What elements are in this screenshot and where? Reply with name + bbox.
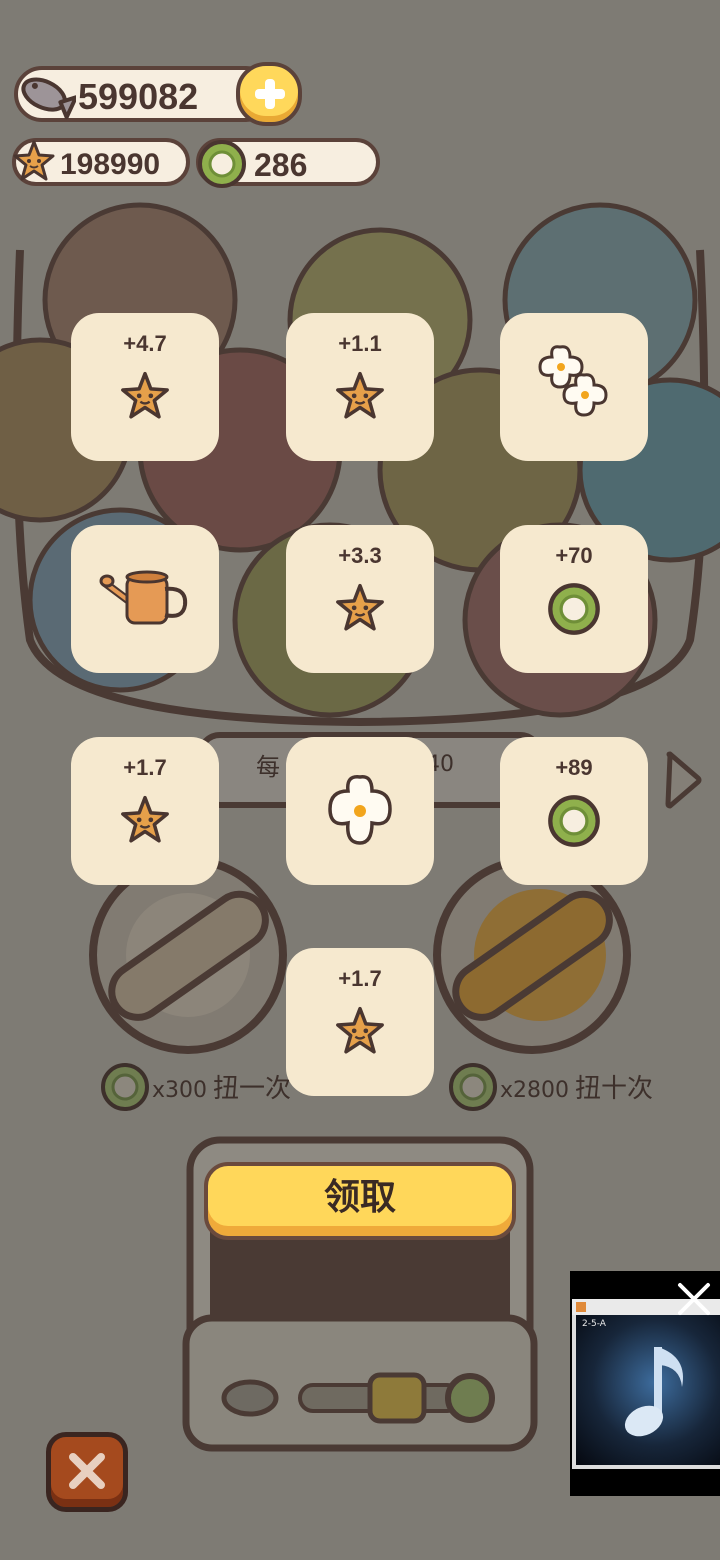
coin-icon (198, 140, 246, 188)
spin-ten-cost: x2800 (500, 1078, 570, 1103)
reward-amount: +70 (555, 543, 593, 568)
reward-tile: +1.7 (286, 948, 434, 1096)
spin-once-label: 扭一次 (213, 1074, 292, 1104)
reward-amount: +89 (555, 755, 593, 780)
reward-tile: +1.1 (286, 313, 434, 461)
app-icon (576, 1302, 586, 1312)
reward-amount: +1.7 (123, 755, 167, 780)
floating-video-overlay[interactable]: 2-5-A (570, 1271, 720, 1496)
spin-once-button[interactable]: x300 扭一次 (152, 1068, 291, 1105)
reward-tile (71, 525, 219, 673)
flower-icon (328, 775, 392, 845)
music-note-icon (624, 1347, 683, 1437)
close-button[interactable] (46, 1432, 128, 1512)
coin-icon (449, 1063, 497, 1111)
add-fish-button[interactable] (236, 62, 302, 126)
star-count: 198990 (60, 148, 161, 181)
video-title: 2-5-A (582, 1319, 606, 1329)
reward-amount: +1.1 (338, 331, 382, 356)
coin-icon (101, 1063, 149, 1111)
spin-once-cost: x300 (152, 1078, 208, 1103)
reward-amount: +1.7 (338, 966, 382, 991)
spin-ten-label: 扭十次 (575, 1074, 654, 1104)
star-icon (121, 795, 169, 843)
plus-icon (255, 79, 285, 109)
video-content: 2-5-A (576, 1315, 720, 1465)
coin-count: 286 (254, 147, 308, 183)
machine-info-text-left: 每 (256, 753, 280, 781)
double-flower-icon (538, 345, 608, 417)
coin-icon (548, 795, 600, 847)
reward-tile: +70 (500, 525, 648, 673)
claim-button[interactable]: 领取 (204, 1162, 516, 1240)
star-icon (121, 371, 169, 419)
reward-amount: +3.3 (338, 543, 382, 568)
fish-count: 599082 (78, 76, 199, 117)
close-icon (69, 1453, 105, 1489)
star-icon (13, 140, 55, 181)
star-icon (336, 371, 384, 419)
reward-amount: +4.7 (123, 331, 167, 356)
coin-icon (548, 583, 600, 635)
close-overlay-icon[interactable] (674, 1279, 714, 1319)
reward-tile: +1.7 (71, 737, 219, 885)
reward-tile: +3.3 (286, 525, 434, 673)
reward-tile (286, 737, 434, 885)
reward-tile: +4.7 (71, 313, 219, 461)
watering-can-icon (99, 570, 188, 625)
star-icon (336, 1006, 384, 1054)
gacha-screen: 599082 198990 286 每 40 +4.7 +1.1 +3.3 +7… (0, 0, 720, 1560)
star-icon (336, 583, 384, 631)
video-window: 2-5-A (572, 1299, 720, 1469)
spin-ten-button[interactable]: x2800 扭十次 (500, 1068, 653, 1105)
reward-tile: +89 (500, 737, 648, 885)
fish-icon (21, 77, 76, 120)
next-arrow-button[interactable] (662, 750, 706, 810)
reward-tile (500, 313, 648, 461)
